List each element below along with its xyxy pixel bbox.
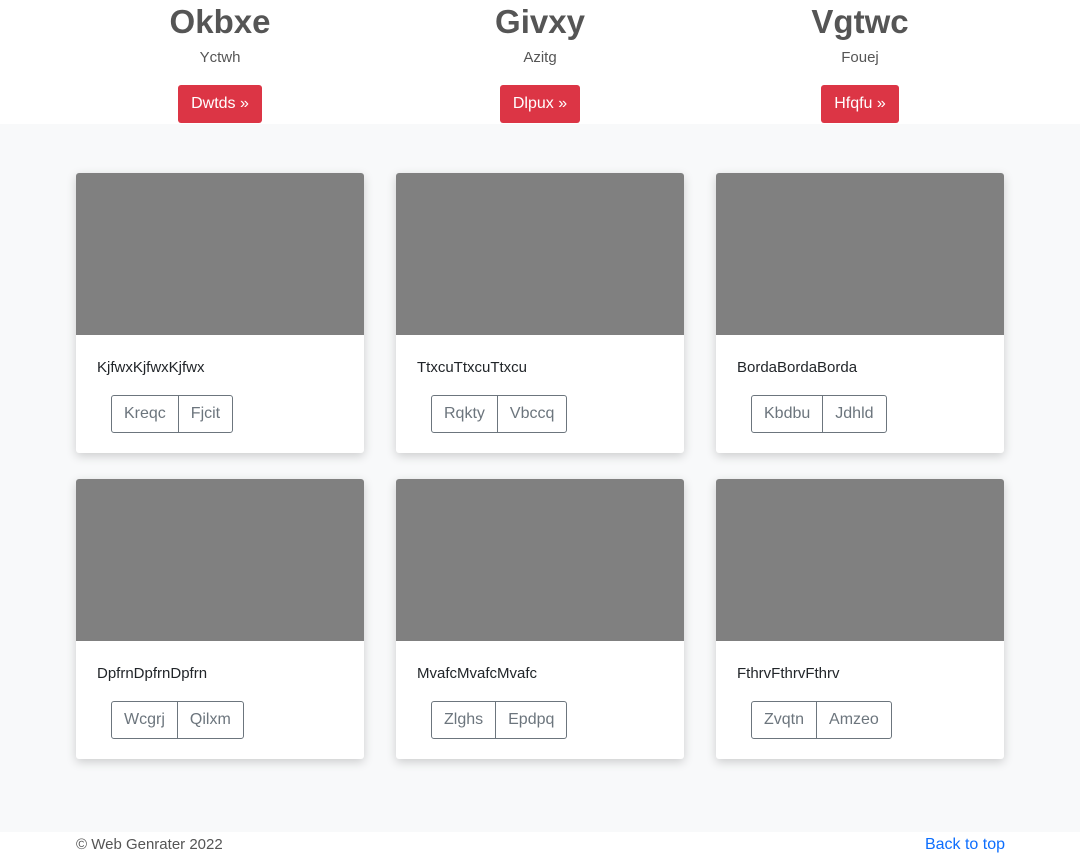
- album-card: MvafcMvafcMvafc Zlghs Epdpq: [396, 479, 684, 759]
- feature-column: Givxy Azitg Dlpux »: [390, 0, 690, 123]
- feature-heading: Givxy: [495, 3, 585, 40]
- back-to-top-link[interactable]: Back to top: [925, 835, 1005, 855]
- card-text: DpfrnDpfrnDpfrn: [97, 665, 208, 682]
- card-text: MvafcMvafcMvafc: [417, 665, 538, 682]
- card-action-button[interactable]: Kbdbu: [751, 395, 824, 433]
- feature-heading: Okbxe: [169, 3, 271, 40]
- copyright-text: © Web Genrater 2022: [76, 836, 223, 853]
- feature-button[interactable]: Hfqfu »: [821, 85, 899, 123]
- album-card: KjfwxKjfwxKjfwx Kreqc Fjcit: [76, 173, 364, 453]
- card-text: TtxcuTtxcuTtxcu: [417, 359, 528, 376]
- card-image-placeholder: [716, 173, 1004, 335]
- card-action-button[interactable]: Qilxm: [176, 701, 244, 739]
- page-footer: © Web Genrater 2022 Back to top: [0, 832, 1080, 856]
- album-card: TtxcuTtxcuTtxcu Rqkty Vbccq: [396, 173, 684, 453]
- feature-button[interactable]: Dlpux »: [499, 85, 581, 123]
- card-action-button[interactable]: Vbccq: [496, 395, 568, 433]
- feature-subtitle: Fouej: [841, 49, 879, 66]
- feature-subtitle: Azitg: [523, 49, 557, 66]
- card-button-group: Zvqtn Amzeo: [751, 701, 892, 739]
- card-image-placeholder: [396, 479, 684, 641]
- feature-heading: Vgtwc: [811, 3, 909, 40]
- album-section: KjfwxKjfwxKjfwx Kreqc Fjcit TtxcuTtxcuTt…: [0, 124, 1080, 832]
- album-card: BordaBordaBorda Kbdbu Jdhld: [716, 173, 1004, 453]
- feature-button[interactable]: Dwtds »: [178, 85, 262, 123]
- card-action-button[interactable]: Zlghs: [431, 701, 497, 739]
- album-card: DpfrnDpfrnDpfrn Wcgrj Qilxm: [76, 479, 364, 759]
- card-image-placeholder: [716, 479, 1004, 641]
- feature-subtitle: Yctwh: [199, 49, 241, 66]
- card-text: FthrvFthrvFthrv: [737, 665, 840, 682]
- card-action-button[interactable]: Epdpq: [495, 701, 568, 739]
- feature-column: Vgtwc Fouej Hfqfu »: [710, 0, 1010, 123]
- card-image-placeholder: [396, 173, 684, 335]
- feature-column: Okbxe Yctwh Dwtds »: [70, 0, 370, 123]
- card-action-button[interactable]: Kreqc: [111, 395, 179, 433]
- card-text: KjfwxKjfwxKjfwx: [97, 359, 205, 376]
- card-button-group: Kreqc Fjcit: [111, 395, 234, 433]
- card-action-button[interactable]: Wcgrj: [111, 701, 178, 739]
- card-image-placeholder: [76, 479, 364, 641]
- features-section: Okbxe Yctwh Dwtds » Givxy Azitg Dlpux » …: [0, 0, 1080, 124]
- card-action-button[interactable]: Amzeo: [816, 701, 892, 739]
- card-button-group: Wcgrj Qilxm: [111, 701, 244, 739]
- card-button-group: Zlghs Epdpq: [431, 701, 568, 739]
- card-text: BordaBordaBorda: [737, 359, 858, 376]
- card-action-button[interactable]: Rqkty: [431, 395, 498, 433]
- card-button-group: Kbdbu Jdhld: [751, 395, 887, 433]
- card-action-button[interactable]: Zvqtn: [751, 701, 818, 739]
- album-card: FthrvFthrvFthrv Zvqtn Amzeo: [716, 479, 1004, 759]
- card-button-group: Rqkty Vbccq: [431, 395, 568, 433]
- card-action-button[interactable]: Fjcit: [177, 395, 234, 433]
- card-action-button[interactable]: Jdhld: [822, 395, 887, 433]
- card-image-placeholder: [76, 173, 364, 335]
